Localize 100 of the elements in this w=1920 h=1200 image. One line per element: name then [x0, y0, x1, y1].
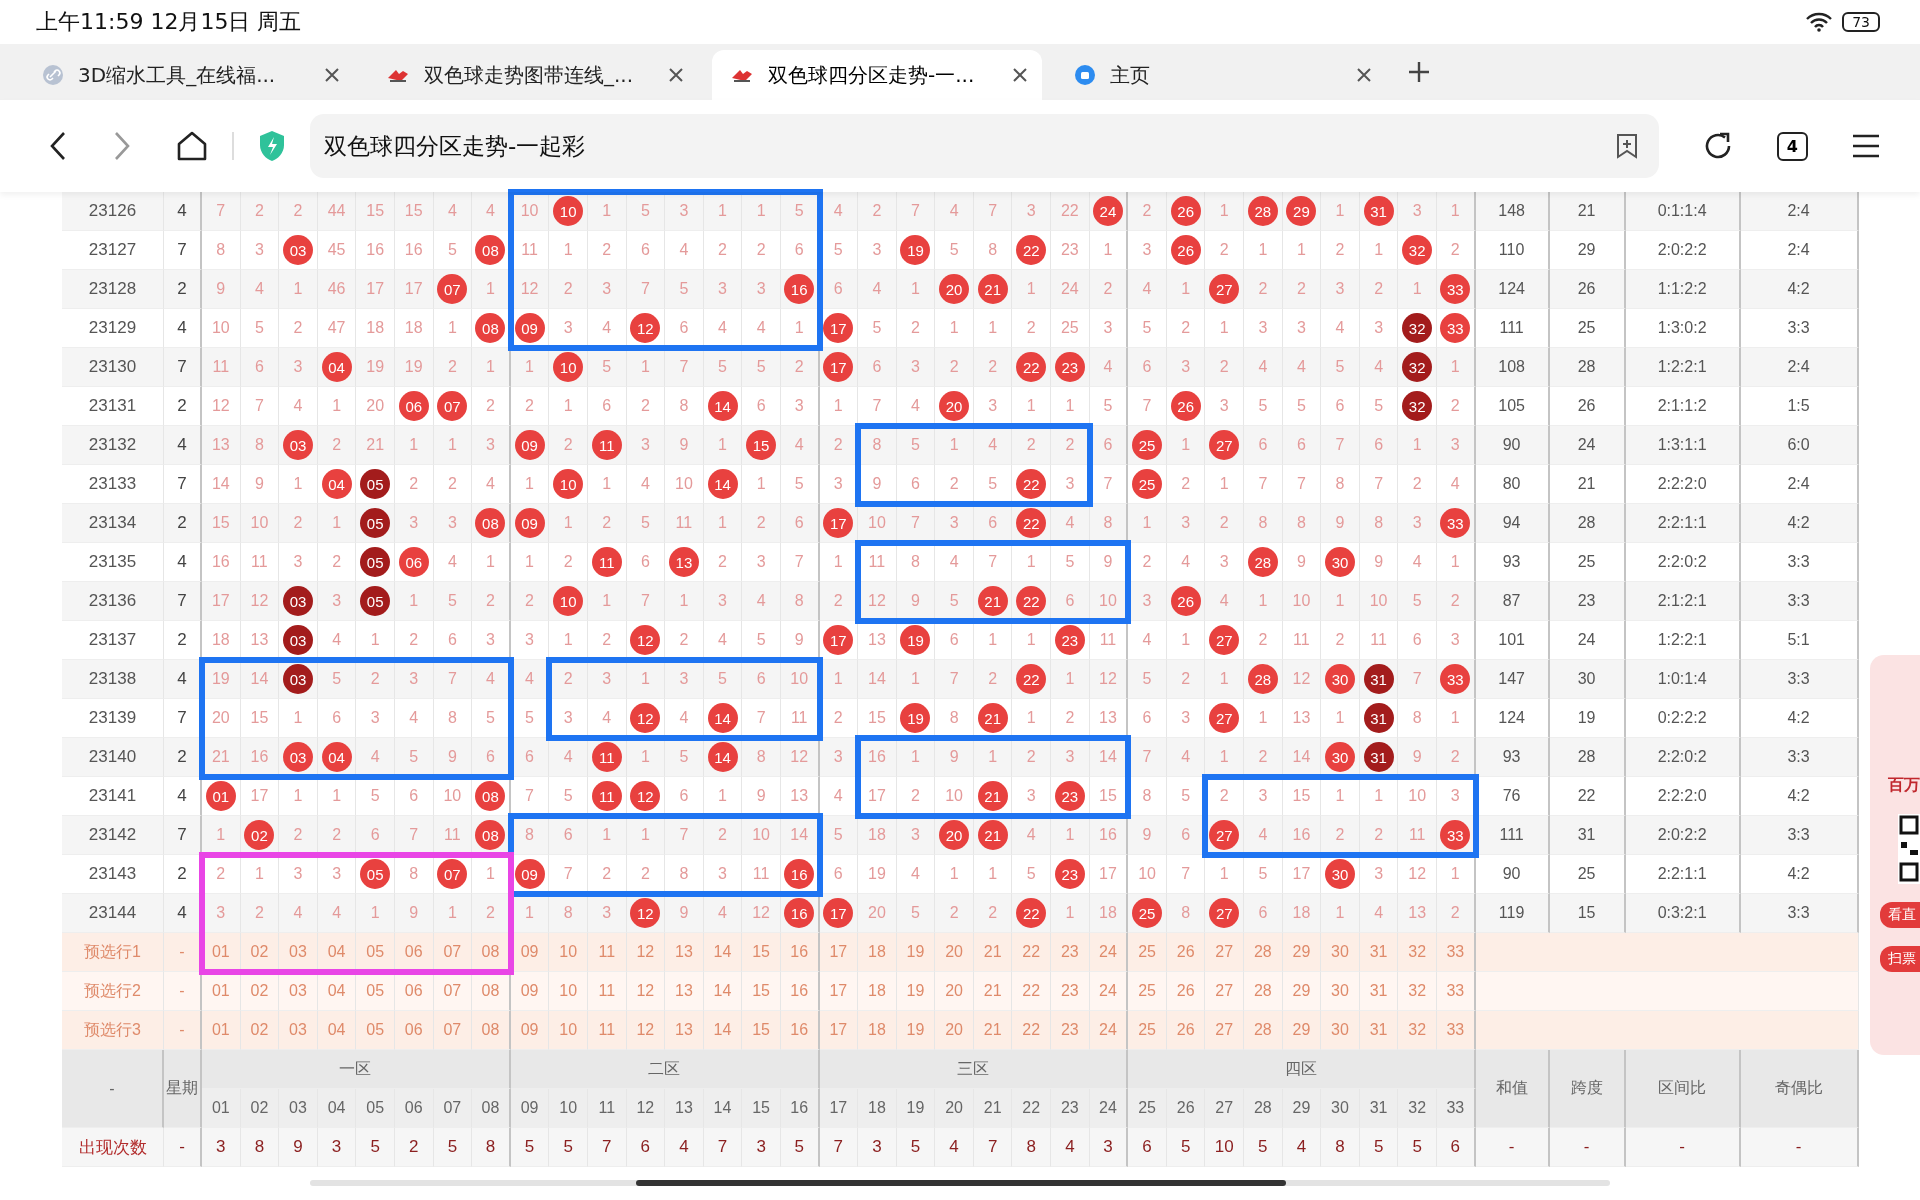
preselect-number[interactable]: 27: [1205, 1011, 1245, 1050]
preselect-number[interactable]: 19: [896, 1011, 936, 1050]
address-field[interactable]: 双色球四分区走势-一起彩: [310, 114, 1659, 178]
preselect-number[interactable]: 33: [1437, 972, 1476, 1011]
browser-tab[interactable]: 主页: [1056, 50, 1386, 100]
preselect-number[interactable]: 21: [973, 933, 1013, 972]
preselect-number[interactable]: 02: [240, 1011, 280, 1050]
preselect-number[interactable]: 33: [1437, 933, 1476, 972]
preselect-number[interactable]: 13: [665, 972, 704, 1011]
preselect-number[interactable]: 19: [896, 933, 936, 972]
close-icon[interactable]: [324, 67, 340, 83]
preselect-number[interactable]: 24: [1089, 933, 1129, 972]
preselect-number[interactable]: 30: [1321, 1011, 1360, 1050]
preselect-number[interactable]: 05: [356, 933, 395, 972]
preselect-number[interactable]: 32: [1398, 933, 1437, 972]
preselect-number[interactable]: 19: [896, 972, 936, 1011]
preselect-number[interactable]: 16: [780, 933, 820, 972]
preselect-number[interactable]: 17: [819, 1011, 859, 1050]
preselect-number[interactable]: 14: [703, 1011, 743, 1050]
preselect-number[interactable]: 10: [549, 1011, 588, 1050]
preselect-number[interactable]: 17: [819, 933, 859, 972]
preselect-number[interactable]: 17: [819, 972, 859, 1011]
preselect-number[interactable]: 03: [279, 1011, 318, 1050]
preselect-number[interactable]: 10: [549, 933, 588, 972]
preselect-number[interactable]: 31: [1359, 1011, 1399, 1050]
preselect-number[interactable]: 21: [973, 1011, 1013, 1050]
preselect-number[interactable]: 26: [1166, 933, 1206, 972]
preselect-number[interactable]: 16: [780, 1011, 820, 1050]
preselect-number[interactable]: 16: [780, 972, 820, 1011]
preselect-number[interactable]: 03: [279, 972, 318, 1011]
preselect-number[interactable]: 06: [394, 1011, 434, 1050]
browser-tab[interactable]: 双色球四分区走势-一...: [712, 50, 1042, 100]
preselect-number[interactable]: 12: [626, 933, 666, 972]
browser-tab[interactable]: 双色球走势图带连线_...: [368, 50, 698, 100]
preselect-number[interactable]: 31: [1359, 972, 1399, 1011]
preselect-number[interactable]: 33: [1437, 1011, 1476, 1050]
forward-icon[interactable]: [112, 131, 132, 161]
close-icon[interactable]: [1012, 67, 1028, 83]
preselect-number[interactable]: 29: [1282, 972, 1322, 1011]
preselect-number[interactable]: 18: [858, 933, 897, 972]
preselect-number[interactable]: 13: [665, 933, 704, 972]
preselect-number[interactable]: 25: [1128, 933, 1167, 972]
preselect-number[interactable]: 22: [1012, 933, 1052, 972]
preselect-number[interactable]: 32: [1398, 972, 1437, 1011]
back-icon[interactable]: [48, 131, 68, 161]
preselect-number[interactable]: 27: [1205, 933, 1245, 972]
preselect-number[interactable]: 32: [1398, 1011, 1437, 1050]
preselect-number[interactable]: 15: [742, 1011, 781, 1050]
new-tab-icon[interactable]: [1408, 61, 1430, 83]
preselect-number[interactable]: 20: [935, 933, 974, 972]
preselect-number[interactable]: 25: [1128, 972, 1167, 1011]
preselect-number[interactable]: 28: [1244, 1011, 1283, 1050]
preselect-number[interactable]: 21: [973, 972, 1013, 1011]
preselect-number[interactable]: 05: [356, 1011, 395, 1050]
preselect-number[interactable]: 28: [1244, 972, 1283, 1011]
preselect-number[interactable]: 15: [742, 933, 781, 972]
preselect-number[interactable]: 03: [279, 933, 318, 972]
preselect-number[interactable]: 11: [587, 933, 627, 972]
preselect-number[interactable]: 30: [1321, 972, 1360, 1011]
preselect-number[interactable]: 10: [549, 972, 588, 1011]
preselect-number[interactable]: 29: [1282, 1011, 1322, 1050]
preselect-number[interactable]: 26: [1166, 1011, 1206, 1050]
preselect-number[interactable]: 22: [1012, 1011, 1052, 1050]
preselect-number[interactable]: 31: [1359, 933, 1399, 972]
preselect-number[interactable]: 22: [1012, 972, 1052, 1011]
preselect-number[interactable]: 28: [1244, 933, 1283, 972]
ad-button[interactable]: 看直: [1880, 902, 1920, 928]
preselect-number[interactable]: 24: [1089, 1011, 1129, 1050]
preselect-number[interactable]: 27: [1205, 972, 1245, 1011]
close-icon[interactable]: [1356, 67, 1372, 83]
preselect-number[interactable]: 20: [935, 1011, 974, 1050]
preselect-number[interactable]: 11: [587, 972, 627, 1011]
preselect-number[interactable]: 12: [626, 972, 666, 1011]
tab-count-button[interactable]: 4: [1776, 131, 1808, 161]
menu-icon[interactable]: [1852, 134, 1880, 158]
preselect-number[interactable]: 05: [356, 972, 395, 1011]
preselect-number[interactable]: 04: [317, 1011, 357, 1050]
home-icon[interactable]: [176, 131, 208, 161]
preselect-number[interactable]: 14: [703, 972, 743, 1011]
preselect-number[interactable]: 23: [1051, 1011, 1090, 1050]
preselect-number[interactable]: 30: [1321, 933, 1360, 972]
preselect-number[interactable]: 08: [472, 1011, 511, 1050]
preselect-number[interactable]: 23: [1051, 933, 1090, 972]
preselect-number[interactable]: 11: [587, 1011, 627, 1050]
preselect-number[interactable]: 13: [665, 1011, 704, 1050]
preselect-number[interactable]: 07: [433, 1011, 473, 1050]
close-icon[interactable]: [668, 67, 684, 83]
preselect-number[interactable]: 18: [858, 972, 897, 1011]
preselect-number[interactable]: 14: [703, 933, 743, 972]
preselect-number[interactable]: 01: [202, 972, 241, 1011]
preselect-number[interactable]: 12: [626, 1011, 666, 1050]
preselect-number[interactable]: 15: [742, 972, 781, 1011]
preselect-number[interactable]: 20: [935, 972, 974, 1011]
browser-tab[interactable]: 3D缩水工具_在线福...: [24, 50, 354, 100]
preselect-number[interactable]: 18: [858, 1011, 897, 1050]
preselect-number[interactable]: 01: [202, 1011, 241, 1050]
preselect-number[interactable]: 25: [1128, 1011, 1167, 1050]
preselect-number[interactable]: 24: [1089, 972, 1129, 1011]
preselect-number[interactable]: 09: [510, 1011, 550, 1050]
preselect-number[interactable]: 09: [510, 972, 550, 1011]
